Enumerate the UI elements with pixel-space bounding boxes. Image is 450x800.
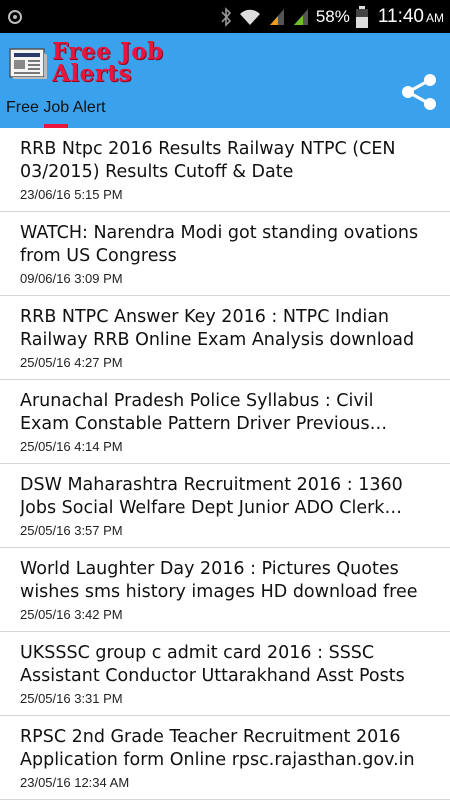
battery-percent: 58% xyxy=(315,6,350,26)
news-date: 23/05/16 12:34 AM xyxy=(20,775,130,790)
clock-time: 11:40 AM xyxy=(378,6,444,28)
news-item[interactable]: World Laughter Day 2016 : Pictures Quote… xyxy=(0,548,450,632)
news-title: World Laughter Day 2016 : Pictures Quote… xyxy=(20,559,418,602)
news-item[interactable]: UKSSSC group c admit card 2016 : SSSC As… xyxy=(0,632,450,716)
signal-icon xyxy=(293,8,308,25)
signal-icon xyxy=(269,8,284,25)
news-item[interactable]: WATCH: Narendra Modi got standing ovatio… xyxy=(0,212,450,296)
bluetooth-icon xyxy=(221,6,231,27)
logo-line-2: Alerts xyxy=(52,60,132,87)
news-title: RRB Ntpc 2016 Results Railway NTPC (CEN … xyxy=(20,139,396,182)
tab-free-job-alert[interactable]: Free Job Alert xyxy=(0,93,112,128)
tab-label: Free Job Alert xyxy=(6,99,106,116)
news-list: RRB Ntpc 2016 Results Railway NTPC (CEN … xyxy=(0,128,450,800)
news-item[interactable]: RPSC 2nd Grade Teacher Recruitment 2016 … xyxy=(0,716,450,800)
news-item[interactable]: RRB Ntpc 2016 Results Railway NTPC (CEN … xyxy=(0,128,450,212)
news-date: 25/05/16 3:57 PM xyxy=(20,523,123,538)
news-title: Arunachal Pradesh Police Syllabus : Civi… xyxy=(20,391,374,434)
news-item[interactable]: RRB NTPC Answer Key 2016 : NTPC Indian R… xyxy=(0,296,450,380)
news-date: 23/06/16 5:15 PM xyxy=(20,187,123,202)
news-title: WATCH: Narendra Modi got standing ovatio… xyxy=(20,223,419,266)
status-left xyxy=(6,8,220,26)
status-bar: 58% 11:40 AM xyxy=(0,0,450,33)
news-date: 25/05/16 3:31 PM xyxy=(20,691,123,706)
news-date: 25/05/16 4:27 PM xyxy=(20,355,123,370)
tab-bar: Free Job Alert xyxy=(0,93,112,128)
news-date: 25/05/16 3:42 PM xyxy=(20,607,123,622)
status-right: 58% 11:40 AM xyxy=(220,5,444,28)
news-title: DSW Maharashtra Recruitment 2016 : 1360 … xyxy=(20,475,403,518)
sync-icon xyxy=(8,9,22,24)
news-title: RPSC 2nd Grade Teacher Recruitment 2016 … xyxy=(20,727,415,770)
app-logo: Free Job Alerts xyxy=(8,40,164,87)
news-date: 25/05/16 4:14 PM xyxy=(20,439,123,454)
news-title: UKSSSC group c admit card 2016 : SSSC As… xyxy=(20,643,405,686)
clock-ampm: AM xyxy=(426,10,444,25)
news-date: 09/06/16 3:09 PM xyxy=(20,271,123,286)
clock-time-value: 11:40 xyxy=(377,5,424,27)
wifi-icon xyxy=(239,9,260,25)
share-button[interactable] xyxy=(398,71,440,113)
news-title: RRB NTPC Answer Key 2016 : NTPC Indian R… xyxy=(20,307,415,350)
app-header: Free Job Alerts Free Job Alert xyxy=(0,33,450,128)
news-item[interactable]: DSW Maharashtra Recruitment 2016 : 1360 … xyxy=(0,464,450,548)
battery-icon xyxy=(355,5,368,28)
news-item[interactable]: Arunachal Pradesh Police Syllabus : Civi… xyxy=(0,380,450,464)
logo-text: Free Job Alerts xyxy=(52,40,164,87)
share-icon xyxy=(402,74,436,110)
newspaper-icon xyxy=(9,48,47,79)
active-tab-indicator xyxy=(44,124,68,128)
